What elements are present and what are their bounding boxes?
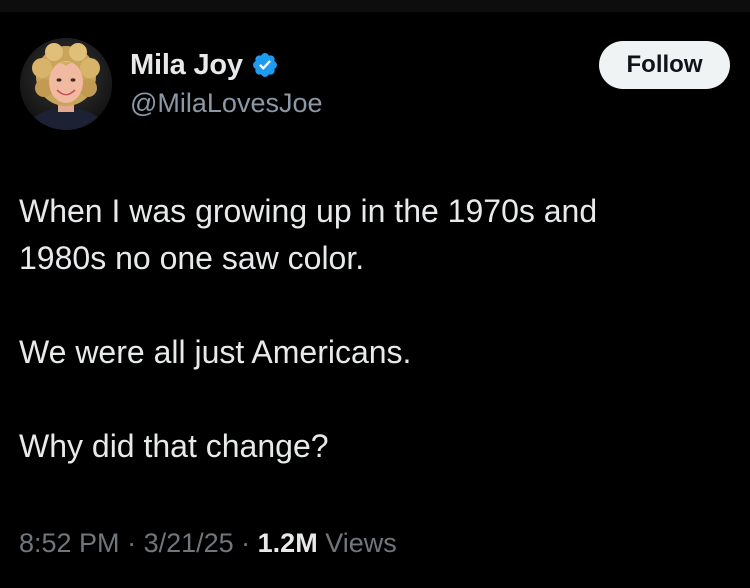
display-name[interactable]: Mila Joy [130,49,243,82]
tweet-line: When I was growing up in the 1970s and [19,193,598,229]
tweet-date[interactable]: 3/21/25 [144,528,234,558]
meta-separator: · [119,528,144,558]
tweet-header: Mila Joy @MilaLovesJoe Follow [20,38,730,134]
display-name-row: Mila Joy [130,46,323,84]
tweet-time[interactable]: 8:52 PM [19,528,120,558]
views-label: Views [317,528,397,558]
views-count[interactable]: 1.2M [258,528,318,558]
author-handle[interactable]: @MilaLovesJoe [130,88,323,119]
tweet-line: Why did that change? [19,428,329,464]
avatar-image [20,38,112,130]
follow-button[interactable]: Follow [599,41,730,89]
tweet-line: 1980s no one saw color. [19,240,365,276]
meta-separator: · [233,528,258,558]
verified-badge-icon [251,51,279,79]
tweet-meta: 8:52 PM · 3/21/25 · 1.2M Views [19,528,397,559]
tweet-line: We were all just Americans. [19,334,412,370]
author-block: Mila Joy @MilaLovesJoe [130,46,323,119]
tweet-text: When I was growing up in the 1970s and 1… [19,188,719,470]
top-strip [0,0,750,12]
avatar[interactable] [20,38,112,130]
